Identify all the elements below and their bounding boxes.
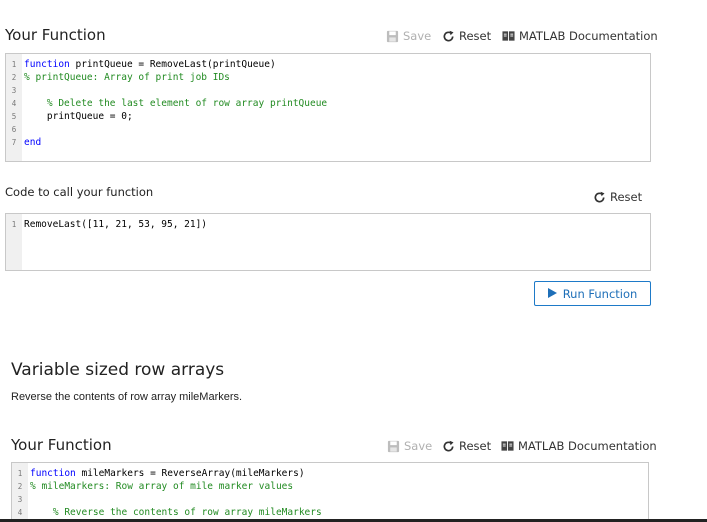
run-function-button[interactable]: Run Function [534, 281, 651, 306]
code-keyword: function [30, 468, 76, 479]
function-code-editor-2[interactable]: 1 function mileMarkers = ReverseArray(mil… [11, 462, 649, 522]
code-line[interactable]: 3 [6, 84, 650, 97]
book-icon [501, 440, 514, 452]
code-line[interactable]: 1 RemoveLast([11, 21, 53, 95, 21]) [6, 218, 650, 231]
line-number: 2 [11, 73, 17, 82]
code-text: RemoveLast([11, 21, 53, 95, 21]) [22, 218, 207, 231]
code-text: function printQueue = RemoveLast(printQu… [22, 58, 276, 71]
code-comment: % printQueue: Array of print job IDs [24, 72, 230, 83]
code-keyword: function [24, 59, 70, 70]
line-number: 1 [11, 60, 17, 69]
function-title: Your Function [5, 26, 106, 44]
code-line[interactable]: 2 % mileMarkers: Row array of mile marker… [12, 480, 648, 493]
reset-button-2[interactable]: Reset [442, 439, 491, 453]
code-line[interactable]: 3 [12, 493, 648, 506]
code-line[interactable]: 4 % Delete the last element of row array… [6, 97, 650, 110]
run-function-label: Run Function [562, 286, 638, 301]
code-line[interactable]: 7 end [6, 136, 650, 149]
code-text: end [22, 136, 41, 149]
reset-label: Reset [610, 190, 643, 204]
save-icon [386, 30, 399, 43]
matlab-docs-link-2[interactable]: MATLAB Documentation [501, 439, 657, 453]
line-number: 1 [11, 220, 17, 229]
code-text: printQueue = 0; [22, 110, 133, 123]
code-line[interactable]: 4 % Reverse the contents of row array mi… [12, 506, 648, 519]
line-number: 6 [11, 125, 17, 134]
reset-label: Reset [459, 439, 492, 453]
code-line[interactable]: 2 % printQueue: Array of print job IDs [6, 71, 650, 84]
docs-label: MATLAB Documentation [518, 439, 657, 453]
code-comment: % Reverse the contents of row array mile… [30, 507, 322, 518]
reset-icon [442, 30, 455, 43]
code-text: function mileMarkers = ReverseArray(mile… [28, 467, 305, 480]
code-text: % printQueue: Array of print job IDs [22, 71, 230, 84]
line-number: 7 [11, 138, 17, 147]
code-line[interactable]: 1 function printQueue = RemoveLast(printQ… [6, 58, 650, 71]
save-label: Save [404, 439, 433, 453]
call-reset-button[interactable]: Reset [593, 190, 642, 204]
line-number: 4 [11, 99, 17, 108]
call-code-title: Code to call your function [5, 185, 154, 199]
play-icon [547, 287, 557, 301]
reset-icon [442, 440, 455, 453]
line-number: 3 [17, 495, 23, 504]
reset-button[interactable]: Reset [442, 29, 491, 43]
code-keyword: end [24, 137, 42, 148]
docs-label: MATLAB Documentation [519, 29, 658, 43]
code-text: % Reverse the contents of row array mile… [28, 506, 322, 519]
code-token: printQueue = 0; [24, 111, 133, 122]
book-icon [502, 30, 515, 42]
function-title-2: Your Function [11, 436, 112, 454]
save-label: Save [403, 29, 432, 43]
code-comment: % Delete the last element of row array p… [24, 98, 328, 109]
line-number: 4 [17, 508, 23, 517]
function-code-editor[interactable]: 1 function printQueue = RemoveLast(printQ… [5, 53, 651, 162]
reset-label: Reset [459, 29, 492, 43]
save-button-2[interactable]: Save [387, 439, 432, 453]
reset-icon [593, 191, 606, 204]
code-text: % mileMarkers: Row array of mile marker … [28, 480, 293, 493]
code-text: % Delete the last element of row array p… [22, 97, 327, 110]
code-token: printQueue = RemoveLast(printQueue) [69, 59, 276, 70]
call-code-editor[interactable]: 1 RemoveLast([11, 21, 53, 95, 21]) [5, 213, 651, 271]
line-number: 2 [17, 482, 23, 491]
save-button[interactable]: Save [386, 29, 431, 43]
line-number: 1 [17, 469, 23, 478]
code-token: RemoveLast([11, 21, 53, 95, 21]) [24, 219, 208, 230]
code-token: mileMarkers = ReverseArray(mileMarkers) [75, 468, 305, 479]
line-number: 3 [11, 86, 17, 95]
problem-heading: Variable sized row arrays [11, 360, 225, 380]
code-comment: % mileMarkers: Row array of mile marker … [30, 481, 294, 492]
code-line[interactable]: 6 [6, 123, 650, 136]
code-line[interactable]: 5 printQueue = 0; [6, 110, 650, 123]
matlab-docs-link[interactable]: MATLAB Documentation [502, 29, 658, 43]
problem-description: Reverse the contents of row array mileMa… [11, 391, 243, 403]
save-icon [387, 440, 400, 453]
line-number: 5 [11, 112, 17, 121]
code-line[interactable]: 1 function mileMarkers = ReverseArray(mil… [12, 467, 648, 480]
